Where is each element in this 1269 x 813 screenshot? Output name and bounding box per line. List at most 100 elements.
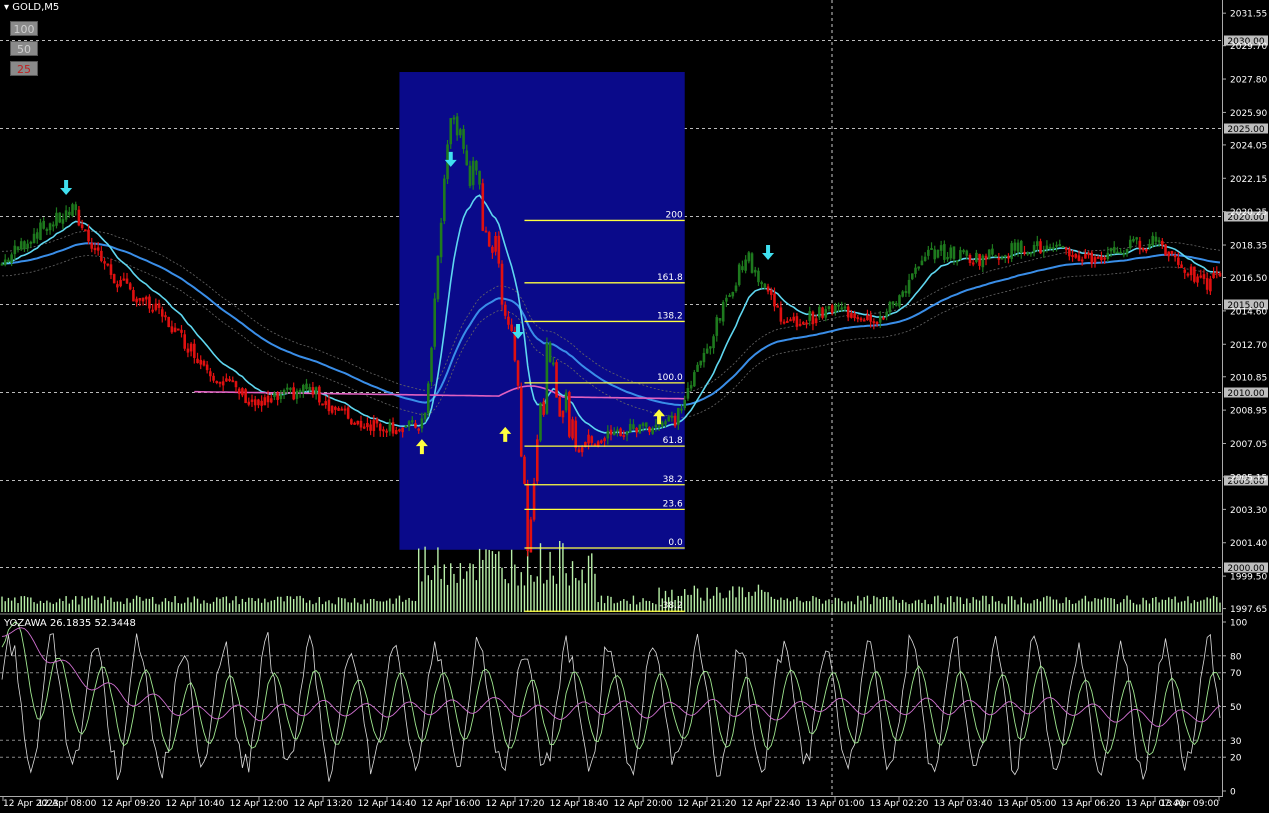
volume-bar xyxy=(918,599,920,612)
volume-bar xyxy=(1200,600,1202,612)
volume-bar xyxy=(789,601,792,612)
volume-bar xyxy=(62,601,64,612)
volume-bar xyxy=(148,598,151,612)
volume-bar xyxy=(71,599,74,612)
volume-bar xyxy=(135,595,138,612)
candle-body xyxy=(875,321,879,324)
volume-bar xyxy=(1113,598,1115,612)
volume-bar xyxy=(728,590,731,612)
candle-body xyxy=(340,408,344,411)
volume-bar xyxy=(1151,597,1154,612)
candle-body xyxy=(910,273,914,280)
candle-body xyxy=(664,421,667,425)
volume-bar xyxy=(421,581,423,612)
volume-bar xyxy=(786,598,788,612)
volume-bar xyxy=(921,602,923,612)
candle-body xyxy=(250,399,254,402)
volume-bar xyxy=(831,603,833,612)
volume-bar xyxy=(1078,600,1080,612)
volume-bar xyxy=(222,597,224,612)
candle-body xyxy=(904,291,908,294)
volume-bar xyxy=(645,600,647,612)
zoom-100-button[interactable]: 100 xyxy=(10,21,38,36)
candle-body xyxy=(1151,235,1154,246)
volume-bar xyxy=(315,602,317,612)
candle-body xyxy=(651,428,654,434)
volume-bar xyxy=(1007,596,1010,612)
volume-bar xyxy=(1043,597,1045,612)
candle-body xyxy=(430,347,433,382)
fib-label: 0.0 xyxy=(668,538,683,548)
volume-bar xyxy=(632,595,635,612)
candle-body xyxy=(1074,254,1078,258)
volume-bar xyxy=(398,595,401,612)
candle-body xyxy=(1023,251,1026,254)
candle-body xyxy=(1144,249,1148,252)
zoom-25-button[interactable]: 25 xyxy=(10,61,38,76)
candle-body xyxy=(23,241,26,250)
volume-bar xyxy=(478,548,481,612)
volume-bar xyxy=(373,598,375,612)
volume-bar xyxy=(1036,598,1038,612)
volume-bar xyxy=(1020,597,1022,612)
price-chart[interactable]: 200161.8138.2100.061.838.223.60.0-38.2 2… xyxy=(0,0,1269,813)
volume-bar xyxy=(815,597,817,612)
candle-body xyxy=(923,256,927,261)
zoom-50-button[interactable]: 50 xyxy=(10,41,38,56)
candle-body xyxy=(885,311,888,317)
volume-bar xyxy=(571,561,574,612)
volume-bar xyxy=(725,597,728,612)
candle-body xyxy=(301,384,305,393)
candle-body xyxy=(1064,247,1068,250)
volume-bar xyxy=(985,595,987,612)
candle-body xyxy=(1080,259,1084,262)
volume-bar xyxy=(735,597,737,612)
time-tick-label: 12 Apr 16:00 xyxy=(422,799,481,809)
volume-bar xyxy=(244,601,247,612)
time-tick-label: 12 Apr 17:20 xyxy=(486,799,545,809)
candle-body xyxy=(314,387,318,395)
volume-bar xyxy=(962,603,965,612)
candle-body xyxy=(350,419,353,425)
volume-bar xyxy=(1193,600,1196,612)
candle-body xyxy=(186,348,190,353)
candle-body xyxy=(237,388,241,394)
candle-body xyxy=(401,427,404,433)
candle-body xyxy=(927,249,930,256)
candle-body xyxy=(183,334,186,349)
candle-body xyxy=(164,315,167,318)
candle-body xyxy=(330,405,334,413)
candle-body xyxy=(1141,247,1145,251)
candle-body xyxy=(600,440,603,443)
candle-body xyxy=(930,247,933,250)
candle-body xyxy=(202,360,206,366)
candle-body xyxy=(725,297,728,302)
candle-body xyxy=(471,160,475,186)
volume-bar xyxy=(273,599,276,612)
volume-bar xyxy=(539,543,542,612)
candle-body xyxy=(109,264,113,275)
candle-body xyxy=(487,232,491,247)
volume-bar xyxy=(626,600,628,612)
volume-bar xyxy=(757,584,760,612)
volume-bar xyxy=(491,551,494,612)
volume-bar xyxy=(930,604,933,612)
volume-bar xyxy=(1142,597,1144,612)
candle-body xyxy=(705,348,709,354)
candle-body xyxy=(212,375,215,381)
volume-bar xyxy=(469,563,471,612)
volume-bar xyxy=(84,598,87,612)
volume-bar xyxy=(1,596,3,612)
price-tick-label: 2024.05 xyxy=(1230,141,1267,151)
candle-body xyxy=(901,291,904,297)
volume-bar xyxy=(1158,602,1160,612)
candle-body xyxy=(641,423,645,426)
candle-body xyxy=(189,343,193,352)
volume-bar xyxy=(91,595,93,612)
candle-body xyxy=(285,387,289,390)
candle-body xyxy=(16,246,20,250)
volume-bar xyxy=(180,603,183,612)
candle-body xyxy=(981,255,985,268)
candle-body xyxy=(1026,252,1029,255)
candle-body xyxy=(1148,244,1151,248)
